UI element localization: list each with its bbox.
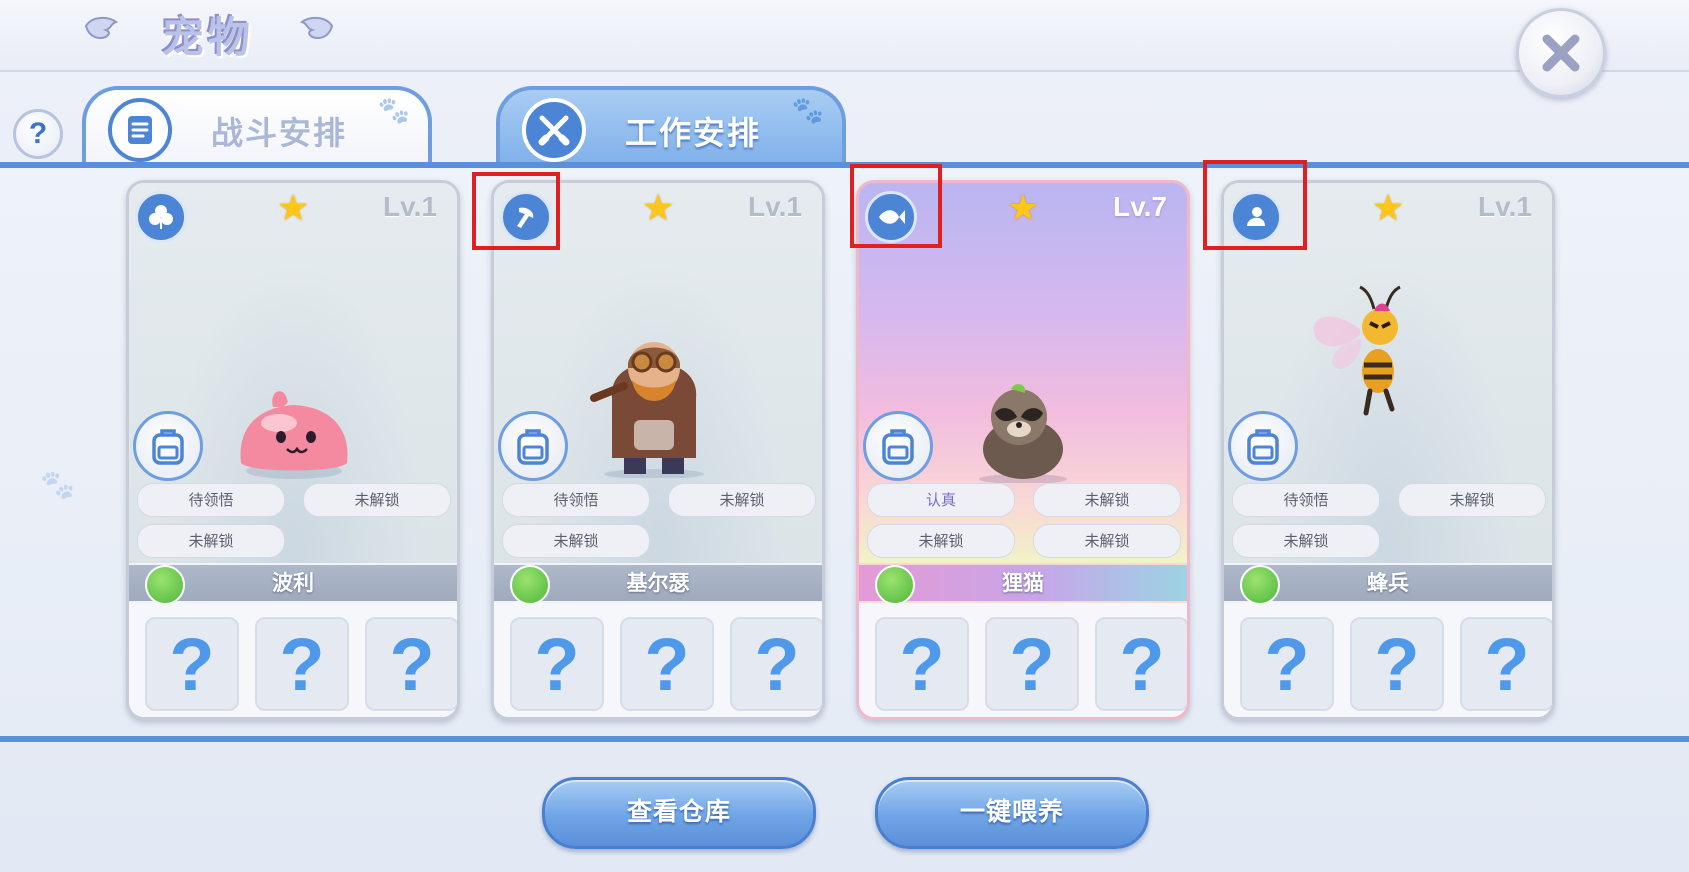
close-icon bbox=[1542, 34, 1580, 72]
skill-slot[interactable]: 未解锁 bbox=[1033, 524, 1181, 558]
backpack-icon bbox=[1247, 429, 1279, 465]
raccoon-pet-image bbox=[979, 384, 1067, 483]
highlight-box bbox=[850, 164, 942, 248]
unknown-slot[interactable]: ? bbox=[255, 617, 349, 711]
unknown-slot[interactable]: ? bbox=[1460, 617, 1552, 711]
tab-work-arrangement[interactable]: 工作安排 🐾 bbox=[496, 86, 846, 166]
pet-level: Lv.1 bbox=[748, 191, 802, 222]
pet-name-bar: 基尔瑟 bbox=[494, 565, 822, 605]
unknown-slot[interactable]: ? bbox=[510, 617, 604, 711]
unknown-slot[interactable]: ? bbox=[1240, 617, 1334, 711]
backpack-icon bbox=[517, 429, 549, 465]
skill-slot[interactable]: 未解锁 bbox=[668, 483, 816, 517]
skill-slot[interactable]: 未解锁 bbox=[1232, 524, 1380, 558]
paw-decoration-icon: 🐾 bbox=[40, 468, 75, 501]
backpack-button[interactable] bbox=[1228, 411, 1298, 481]
header-bar: 宠物 bbox=[0, 0, 1689, 98]
unknown-slot[interactable]: ? bbox=[620, 617, 714, 711]
skill-slot[interactable]: 未解锁 bbox=[1033, 483, 1181, 517]
clover-icon bbox=[135, 191, 187, 243]
skill-slot[interactable]: 未解锁 bbox=[137, 524, 285, 558]
unknown-slot[interactable]: ? bbox=[145, 617, 239, 711]
star-icon: ★ bbox=[1007, 188, 1040, 229]
wing-left-icon bbox=[84, 16, 119, 40]
view-warehouse-button[interactable]: 查看仓库 bbox=[542, 777, 816, 849]
feed-all-button[interactable]: 一键喂养 bbox=[875, 777, 1149, 849]
paw-icon: 🐾 bbox=[791, 96, 824, 126]
equipment-slots: ? ? ? bbox=[1224, 603, 1552, 717]
pet-card[interactable]: ★ Lv.1 待领悟 未解锁 未解锁 波利 ? ? ? bbox=[126, 180, 460, 720]
pet-card[interactable]: ★ Lv.7 认真 未解锁 未解锁 未解锁 狸猫 ? ? ? bbox=[856, 180, 1190, 720]
unknown-slot[interactable]: ? bbox=[365, 617, 457, 711]
skill-slot[interactable]: 待领悟 bbox=[137, 483, 285, 517]
star-icon: ★ bbox=[277, 188, 310, 229]
backpack-button[interactable] bbox=[133, 411, 203, 481]
crossed-swords-icon bbox=[522, 98, 586, 162]
wing-right-icon bbox=[299, 16, 334, 40]
pet-card[interactable]: ★ Lv.1 待领悟 未解锁 未解锁 蜂兵 ? ? ? bbox=[1221, 180, 1555, 720]
skill-slot[interactable]: 待领悟 bbox=[1232, 483, 1380, 517]
pet-name: 基尔瑟 bbox=[626, 571, 690, 595]
pet-name-bar: 狸猫 bbox=[859, 565, 1187, 605]
equipment-slots: ? ? ? bbox=[859, 603, 1187, 717]
page-title: 宠物 bbox=[162, 13, 255, 62]
backpack-button[interactable] bbox=[498, 411, 568, 481]
equipment-slots: ? ? ? bbox=[129, 603, 457, 717]
bee-soldier-pet-image bbox=[1313, 285, 1401, 416]
skill-slot[interactable]: 认真 bbox=[867, 483, 1015, 517]
backpack-button[interactable] bbox=[863, 411, 933, 481]
skill-slot[interactable]: 未解锁 bbox=[502, 524, 650, 558]
highlight-box bbox=[1203, 160, 1307, 250]
backpack-icon bbox=[882, 429, 914, 465]
pet-level: Lv.1 bbox=[1478, 191, 1532, 222]
pet-level: Lv.1 bbox=[383, 191, 437, 222]
help-button[interactable]: ? bbox=[13, 109, 63, 159]
tab-battle-arrangement[interactable]: 战斗安排 🐾 bbox=[82, 86, 432, 166]
pet-name: 狸猫 bbox=[1002, 571, 1044, 595]
highlight-box bbox=[472, 172, 560, 250]
skill-slot[interactable]: 未解锁 bbox=[303, 483, 451, 517]
pet-name: 波利 bbox=[272, 571, 314, 595]
unknown-slot[interactable]: ? bbox=[1350, 617, 1444, 711]
close-button[interactable] bbox=[1516, 8, 1606, 98]
star-icon: ★ bbox=[1372, 188, 1405, 229]
pet-card[interactable]: ★ Lv.1 待领悟 未解锁 未解锁 基尔瑟 ? ? ? bbox=[491, 180, 825, 720]
star-icon: ★ bbox=[642, 188, 675, 229]
unknown-slot[interactable]: ? bbox=[1095, 617, 1187, 711]
pet-name-bar: 蜂兵 bbox=[1224, 565, 1552, 605]
unknown-slot[interactable]: ? bbox=[875, 617, 969, 711]
paw-icon: 🐾 bbox=[377, 96, 410, 126]
pet-level: Lv.7 bbox=[1113, 191, 1167, 222]
document-icon bbox=[108, 98, 172, 162]
skill-slot[interactable]: 待领悟 bbox=[502, 483, 650, 517]
pet-name-bar: 波利 bbox=[129, 565, 457, 605]
tab-label: 工作安排 bbox=[625, 114, 762, 152]
equipment-slots: ? ? ? bbox=[494, 603, 822, 717]
unknown-slot[interactable]: ? bbox=[730, 617, 822, 711]
backpack-icon bbox=[152, 429, 184, 465]
pet-name: 蜂兵 bbox=[1367, 571, 1409, 595]
tab-label: 战斗安排 bbox=[211, 114, 348, 152]
unknown-slot[interactable]: ? bbox=[985, 617, 1079, 711]
skill-slot[interactable]: 未解锁 bbox=[867, 524, 1015, 558]
skill-slot[interactable]: 未解锁 bbox=[1398, 483, 1546, 517]
dwarf-pet-image bbox=[590, 342, 704, 478]
poring-pet-image bbox=[240, 391, 348, 479]
divider-bottom bbox=[0, 736, 1689, 742]
